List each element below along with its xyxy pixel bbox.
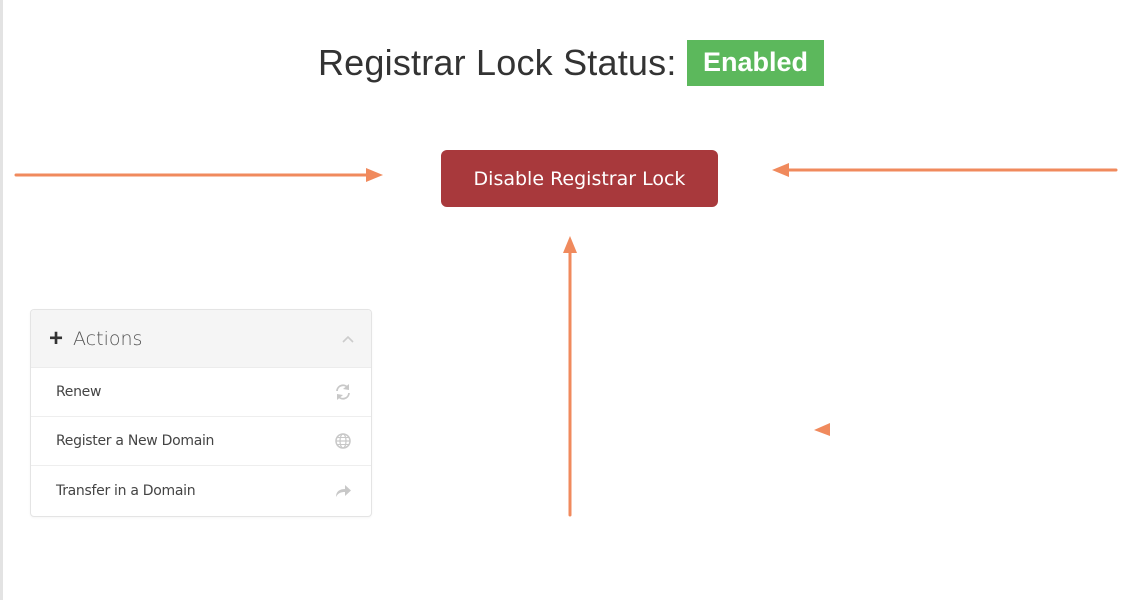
share-arrow-icon [333, 481, 353, 501]
chevron-up-icon[interactable] [341, 331, 355, 347]
arrow-left-head [366, 168, 383, 182]
status-badge: Enabled [686, 40, 825, 86]
arrow-right-head [772, 163, 789, 177]
disable-registrar-lock-button[interactable]: Disable Registrar Lock [441, 150, 718, 207]
action-label: Transfer in a Domain [56, 482, 196, 499]
action-renew[interactable]: Renew [31, 368, 371, 417]
status-label: Registrar Lock Status: [317, 42, 677, 83]
refresh-icon [333, 382, 353, 402]
plus-icon: + [49, 324, 64, 352]
globe-icon [333, 431, 353, 451]
arrow-stray-head [814, 423, 830, 436]
page: Registrar Lock Status: Enabled Disable R… [0, 0, 1142, 600]
actions-panel: + Actions Renew Register a New Domain Tr… [30, 309, 372, 517]
action-transfer-domain[interactable]: Transfer in a Domain [31, 466, 371, 515]
registrar-lock-status: Registrar Lock Status: Enabled [0, 40, 1142, 86]
action-register-domain[interactable]: Register a New Domain [31, 417, 371, 466]
action-label: Renew [56, 384, 102, 400]
action-label: Register a New Domain [56, 433, 215, 449]
actions-panel-header[interactable]: + Actions [31, 310, 371, 368]
arrow-up-head [563, 236, 577, 253]
actions-panel-title: Actions [73, 327, 143, 350]
left-border [0, 0, 3, 600]
